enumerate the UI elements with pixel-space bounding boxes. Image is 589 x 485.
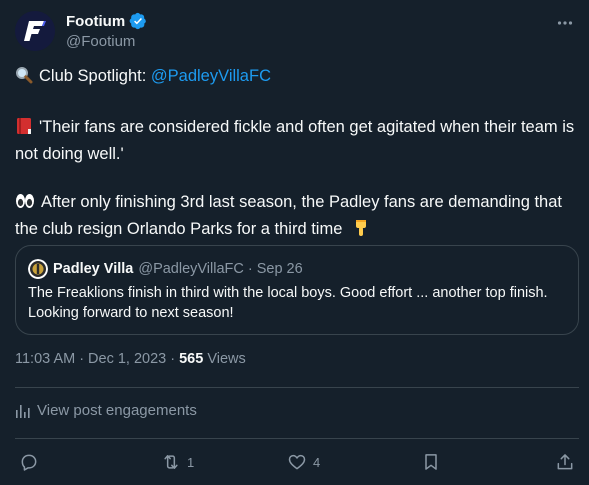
action-bar: 1 4 [15,452,579,478]
quoted-author-handle[interactable]: @PadleyVillaFC [138,261,244,277]
divider [15,438,579,439]
reply-button[interactable] [19,452,45,472]
divider [15,387,579,388]
heart-icon [288,454,306,470]
quoted-post-text: The Freaklions finish in third with the … [28,285,548,321]
share-button[interactable] [555,452,575,472]
like-count: 4 [313,454,321,470]
avatar-letter: F [15,11,16,12]
author-name-row: Footium [66,12,147,30]
reply-icon [21,454,37,471]
post-time[interactable]: 11:03 AM [15,351,75,367]
post-text: Club Spotlight: @PadleyVillaFC 'Their fa… [15,64,575,244]
post-mention-link[interactable]: @PadleyVillaFC [151,67,271,85]
pointing-down-emoji-icon [353,219,369,244]
eyes-emoji-icon [15,192,35,217]
view-engagements-label: View post engagements [37,402,197,419]
quoted-author-name[interactable]: Padley Villa [53,261,133,277]
meta-separator: · [170,351,176,367]
footium-logo-icon: F [15,11,55,51]
author-handle[interactable]: @Footium [66,33,135,50]
post-paragraph-quote-text: 'Their fans are considered fickle and of… [15,118,575,163]
repost-count: 1 [187,454,195,470]
quoted-separator: · [247,261,253,277]
quoted-post-header: Padley Villa @PadleyVillaFC · Sep 26 [28,259,303,279]
bookmark-icon [425,454,437,470]
views-label: Views [203,351,246,367]
more-options-icon[interactable] [553,11,577,35]
post-header: F Footium @Footium [15,11,579,55]
bookmark-button[interactable] [421,452,441,472]
post-paragraph-quote: 'Their fans are considered fickle and of… [15,115,575,166]
analytics-icon [16,404,30,418]
like-button[interactable]: 4 [287,452,320,472]
author-display-name[interactable]: Footium [66,13,125,30]
quoted-post[interactable]: Padley Villa @PadleyVillaFC · Sep 26 The… [15,245,579,335]
share-icon [557,454,573,470]
meta-separator: · [79,351,85,367]
verified-badge-icon[interactable] [129,12,147,30]
post-line-spotlight-prefix: Club Spotlight: [39,67,151,85]
post: F Footium @Footium Club Spotlight: @Padl… [0,0,589,485]
repost-icon [164,455,178,469]
post-paragraph-news-text: After only finishing 3rd last season, th… [15,193,562,238]
red-book-emoji-icon [15,117,33,142]
post-date[interactable]: Dec 1, 2023 [88,351,166,367]
post-meta: 11:03 AM · Dec 1, 2023 · 565 Views [15,351,246,367]
repost-button[interactable]: 1 [161,452,194,472]
view-engagements-link[interactable]: View post engagements [15,402,197,419]
author-avatar[interactable]: F [15,11,55,51]
post-paragraph-news: After only finishing 3rd last season, th… [15,190,575,244]
post-line-spotlight: Club Spotlight: @PadleyVillaFC [15,64,575,91]
magnifier-emoji-icon [15,66,33,91]
views-count: 565 [179,351,204,367]
quoted-date[interactable]: Sep 26 [257,261,303,277]
padley-villa-crest-icon [28,259,48,279]
